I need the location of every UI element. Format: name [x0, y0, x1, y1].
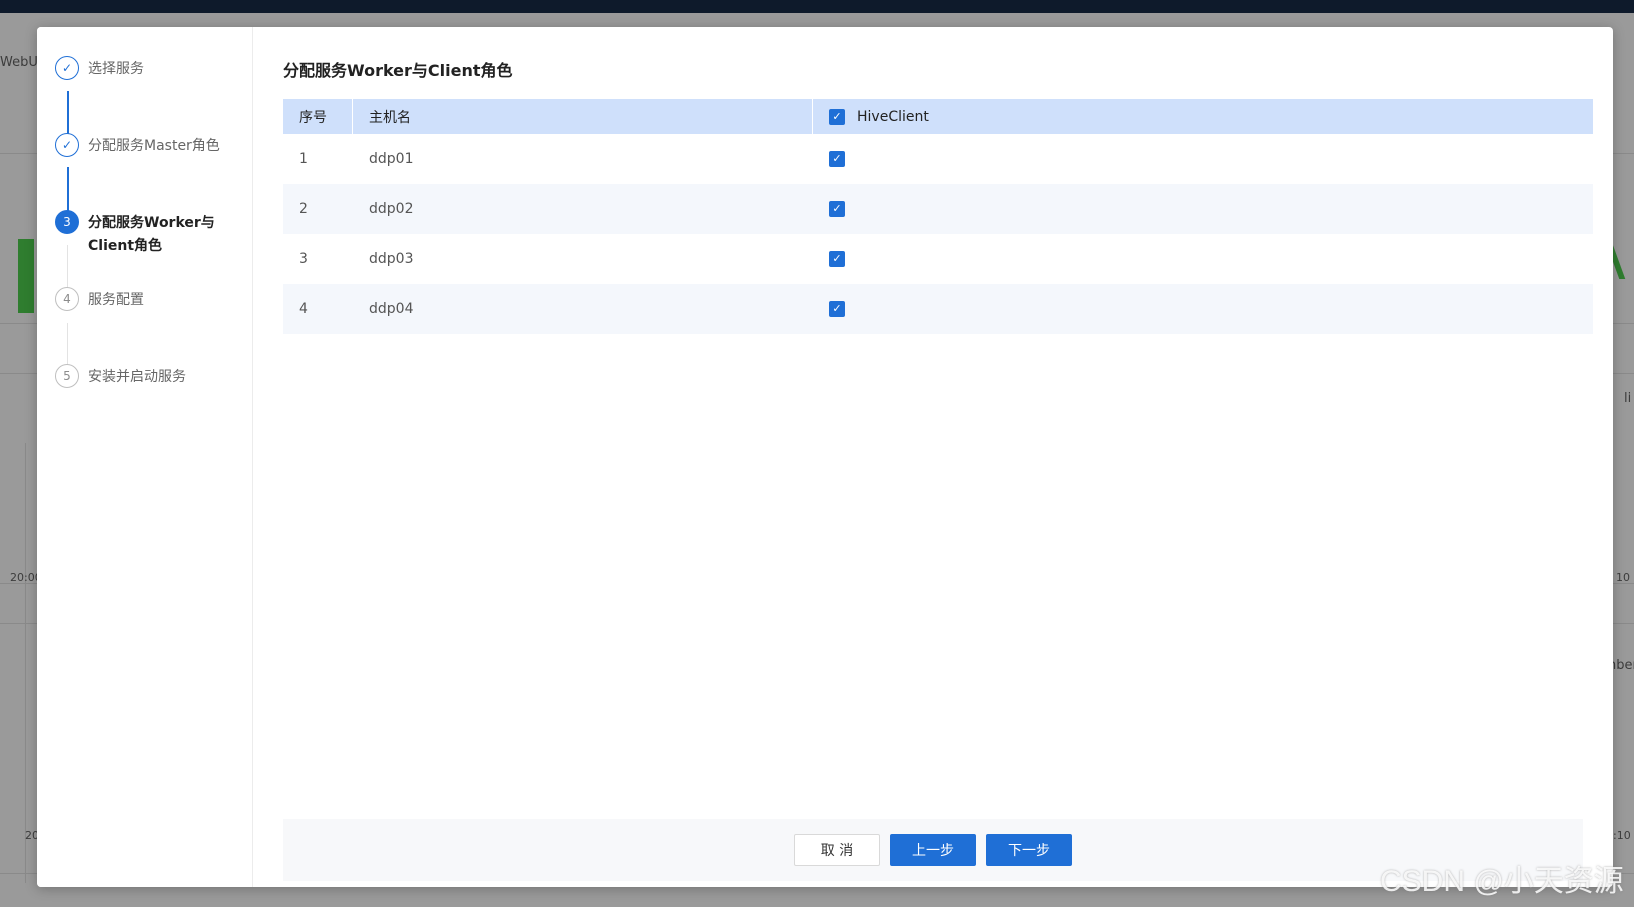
- watermark: CSDN @小天资源: [1380, 865, 1624, 898]
- row-role-cell: ✓: [813, 134, 1593, 184]
- step-label: 服务配置: [88, 292, 144, 308]
- app-top-bar: [0, 0, 1634, 13]
- hiveclient-checkbox[interactable]: ✓: [829, 251, 845, 267]
- column-header-hiveclient: ✓ HiveClient: [813, 99, 1593, 134]
- column-header-index: 序号: [283, 99, 353, 134]
- step-number-badge: 3: [55, 210, 79, 234]
- row-index: 2: [299, 201, 308, 217]
- bg-chart-bar: [18, 239, 34, 313]
- page-title: 分配服务Worker与Client角色: [283, 61, 513, 80]
- hiveclient-checkbox[interactable]: ✓: [829, 301, 845, 317]
- row-index: 4: [299, 301, 308, 317]
- step-label: 安装并启动服务: [88, 369, 186, 385]
- bg-time-label: :10: [1613, 829, 1631, 842]
- hiveclient-checkbox[interactable]: ✓: [829, 151, 845, 167]
- step-label: 选择服务: [88, 61, 144, 77]
- check-icon: ✓: [55, 56, 79, 80]
- select-all-checkbox[interactable]: ✓: [829, 108, 845, 125]
- table-row: 2 ddp02 ✓: [283, 184, 1593, 234]
- step-label: 分配服务Worker与Client角色: [88, 215, 215, 254]
- row-role-cell: ✓: [813, 184, 1593, 234]
- row-hostname: ddp03: [369, 251, 414, 267]
- row-role-cell: ✓: [813, 284, 1593, 334]
- bg-side-label: li: [1624, 391, 1632, 406]
- check-icon: ✓: [55, 133, 79, 157]
- next-step-button[interactable]: 下一步: [986, 834, 1072, 866]
- row-role-cell: ✓: [813, 234, 1593, 284]
- wizard-stepper: ✓ 选择服务 ✓ 分配服务Master角色 3 分配服务Worker与Clien…: [37, 27, 253, 887]
- table-row: 4 ddp04 ✓: [283, 284, 1593, 334]
- prev-step-button[interactable]: 上一步: [890, 834, 976, 866]
- bg-grid-line: [25, 443, 26, 883]
- table-row: 3 ddp03 ✓: [283, 234, 1593, 284]
- step-number-badge: 5: [55, 364, 79, 388]
- row-hostname: ddp01: [369, 151, 414, 167]
- step-label: 分配服务Master角色: [88, 138, 220, 154]
- table-header: 序号 主机名 ✓ HiveClient: [283, 99, 1593, 134]
- row-index: 1: [299, 151, 308, 167]
- hiveclient-checkbox[interactable]: ✓: [829, 201, 845, 217]
- row-index: 3: [299, 251, 308, 267]
- column-header-host: 主机名: [353, 99, 813, 134]
- step-number-badge: 4: [55, 287, 79, 311]
- cancel-button[interactable]: 取 消: [794, 834, 880, 866]
- row-hostname: ddp04: [369, 301, 414, 317]
- wizard-content: 分配服务Worker与Client角色 序号 主机名 ✓ HiveClient …: [283, 27, 1593, 887]
- table-row: 1 ddp01 ✓: [283, 134, 1593, 184]
- bg-webui-label: WebUI: [0, 55, 42, 70]
- row-hostname: ddp02: [369, 201, 414, 217]
- install-wizard-modal: ✓ 选择服务 ✓ 分配服务Master角色 3 分配服务Worker与Clien…: [37, 27, 1613, 887]
- bg-time-label: 10: [1616, 571, 1630, 584]
- role-assignment-table: 序号 主机名 ✓ HiveClient 1 ddp01 ✓ 2 ddp02 ✓: [283, 99, 1593, 334]
- hiveclient-header-label: HiveClient: [857, 108, 929, 125]
